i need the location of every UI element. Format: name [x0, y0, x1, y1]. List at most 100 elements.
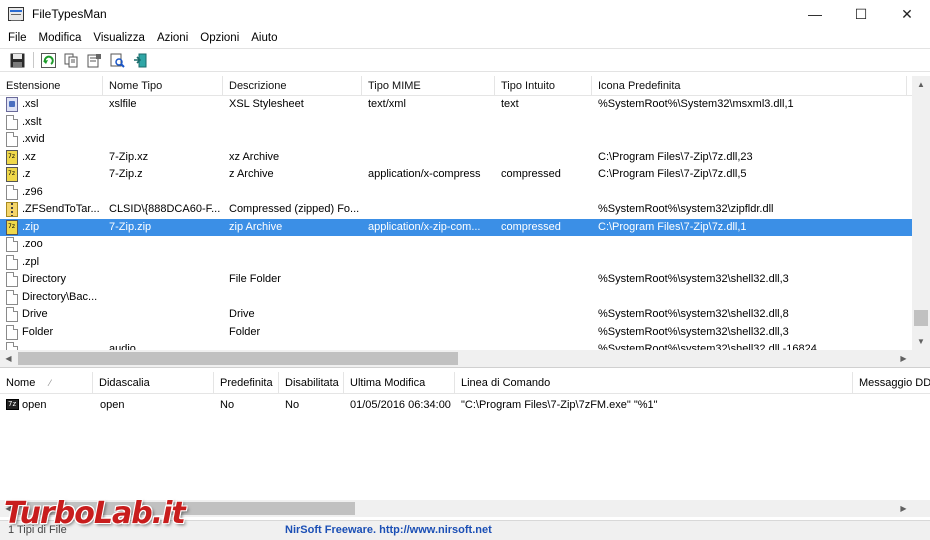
nirsoft-link[interactable]: NirSoft Freeware. http://www.nirsoft.net [285, 524, 492, 536]
table-row[interactable]: .zpl [0, 254, 912, 272]
column-header-extension[interactable]: Estensione [0, 76, 103, 96]
save-icon[interactable] [8, 51, 27, 70]
column-header-mime[interactable]: Tipo MIME [362, 76, 495, 96]
table-row[interactable]: .zoo [0, 236, 912, 254]
column-header-perceived[interactable]: Tipo Intuito [495, 76, 592, 96]
cell-extension: Directory [22, 273, 67, 285]
file-icon [6, 237, 18, 252]
file-icon [6, 184, 18, 200]
cell-perceived [501, 289, 590, 307]
table-row[interactable]: Drive Drive %SystemRoot%\system32\shell32.… [0, 306, 912, 324]
cell-default-icon [598, 254, 910, 272]
cell-type-name [109, 114, 221, 132]
column-header-default-icon[interactable]: Icona Predefinita [592, 76, 907, 96]
table-row[interactable]: .xvid [0, 131, 912, 149]
table-row[interactable]: .z 7-Zip.z z Archive application/x-compress… [0, 166, 912, 184]
7zip-app-icon [6, 399, 19, 410]
table-row[interactable]: Directory\Bac... [0, 289, 912, 307]
exit-icon[interactable] [131, 51, 150, 70]
cell-default-icon [598, 236, 910, 254]
cell-default-icon: %SystemRoot%\system32\shell32.dll,3 [598, 273, 789, 285]
menu-file[interactable]: File [2, 32, 33, 44]
cell-type-name [109, 131, 221, 149]
table-row-selected[interactable]: .zip 7-Zip.zip zip Archive application/x-zi… [0, 218, 912, 236]
7zip-icon [6, 149, 18, 165]
menu-view[interactable]: Visualizza [87, 32, 151, 44]
menu-edit[interactable]: Modifica [33, 32, 88, 44]
cell-default-icon: %SystemRoot%\system32\shell32.dll,3 [598, 325, 789, 338]
file-icon [6, 272, 18, 287]
table-row[interactable]: .z96 [0, 184, 912, 202]
cell-mime [368, 254, 493, 272]
cell-description: z Archive [229, 168, 274, 180]
scroll-right-arrow-icon[interactable]: ▶ [895, 350, 912, 367]
column-header-dde-message[interactable]: Messaggio DD [853, 372, 930, 394]
vertical-scroll-thumb[interactable] [914, 310, 928, 326]
action-row[interactable]: open open No No 01/05/2016 06:34:00 "C:\… [0, 396, 930, 414]
cell-mime: application/x-compress [368, 168, 481, 180]
file-icon [6, 254, 18, 270]
column-header-type-name[interactable]: Nome Tipo [103, 76, 223, 96]
table-row[interactable]: Directory File Folder %SystemRoot%\system3… [0, 271, 912, 289]
cell-default-icon: C:\Program Files\7-Zip\7z.dll,23 [598, 150, 753, 163]
cell-mime [368, 324, 493, 342]
menu-actions[interactable]: Azioni [151, 32, 194, 44]
column-header-command-line[interactable]: Linea di Comando [455, 372, 853, 394]
column-header-disabled[interactable]: Disabilitata [279, 372, 344, 394]
maximize-button[interactable]: ☐ [838, 0, 884, 28]
table-row[interactable]: Folder Folder %SystemRoot%\system32\shell3… [0, 324, 912, 342]
column-header-description[interactable]: Descrizione [223, 76, 362, 96]
cell-type-name [109, 184, 221, 202]
cell-perceived [501, 131, 590, 149]
column-header-name[interactable]: Nome ⁄ [0, 372, 93, 394]
cell-perceived [501, 254, 590, 272]
cell-mime [368, 184, 493, 202]
7zip-icon [6, 219, 18, 235]
cell-extension: .xz [22, 150, 37, 163]
minimize-button[interactable]: — [792, 0, 838, 28]
turbolab-watermark: TurboLab.it [4, 496, 186, 531]
cell-default-icon: %SystemRoot%\System32\msxml3.dll,1 [598, 98, 794, 110]
cell-extension: .xvid [22, 133, 45, 145]
cell-perceived [501, 306, 590, 324]
cell-perceived [501, 114, 590, 132]
column-header-name-label: Nome [6, 377, 36, 389]
menu-bar: File Modifica Visualizza Azioni Opzioni … [0, 28, 930, 48]
cell-type-name [109, 236, 221, 254]
table-row[interactable]: .xsl xslfile XSL Stylesheet text/xml text %Sy… [0, 96, 912, 114]
cell-extension: Directory\Bac... [22, 290, 98, 303]
cell-extension: .xslt [22, 115, 42, 128]
column-header-modified[interactable]: Ultima Modifica [344, 372, 455, 394]
scroll-up-arrow-icon[interactable]: ▲ [912, 76, 930, 93]
properties-icon[interactable] [85, 51, 104, 70]
cell-mime [368, 236, 493, 254]
table-row[interactable]: .xslt [0, 114, 912, 132]
refresh-icon[interactable] [39, 51, 58, 70]
scroll-down-arrow-icon[interactable]: ▼ [912, 333, 930, 350]
cell-default-icon [598, 114, 910, 132]
cell-description: Folder [229, 325, 261, 338]
table-row[interactable]: .xz 7-Zip.xz xz Archive C:\Program Files\7-… [0, 149, 912, 167]
file-icon [6, 114, 18, 130]
vertical-scrollbar[interactable]: ▲ ▼ [912, 76, 930, 350]
cell-description [229, 236, 360, 254]
column-header-default[interactable]: Predefinita [214, 372, 279, 394]
table-row[interactable]: .ZFSendToTar... CLSID\{888DCA60-F... Compr… [0, 201, 912, 219]
close-button[interactable]: ✕ [884, 0, 930, 28]
cell-type-name: 7-Zip.xz [109, 150, 149, 163]
scroll-left-arrow-icon[interactable]: ◀ [0, 350, 17, 367]
cell-mime [368, 149, 493, 167]
menu-help[interactable]: Aiuto [245, 32, 283, 44]
actions-scroll-right-arrow-icon[interactable]: ▶ [895, 500, 912, 517]
cell-default-icon [598, 184, 910, 202]
copy-icon[interactable] [62, 51, 81, 70]
menu-options[interactable]: Opzioni [194, 32, 245, 44]
sort-arrow-icon: ⁄ [49, 378, 51, 388]
cell-extension: .z [22, 168, 31, 180]
column-header-caption[interactable]: Didascalia [93, 372, 214, 394]
cell-default-icon: C:\Program Files\7-Zip\7z.dll,5 [598, 168, 747, 180]
cell-description: XSL Stylesheet [229, 98, 304, 110]
find-icon[interactable] [108, 51, 127, 70]
horizontal-scroll-thumb[interactable] [18, 352, 458, 365]
horizontal-scrollbar[interactable]: ◀ ▶ [0, 350, 930, 367]
